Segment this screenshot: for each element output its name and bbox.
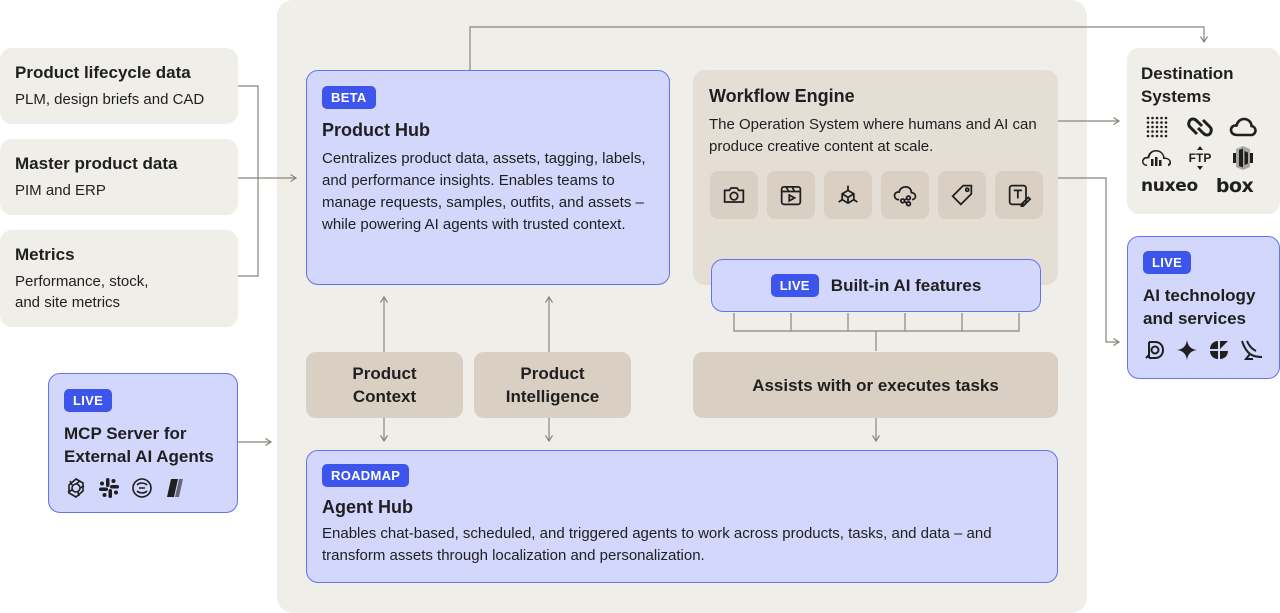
agent-hub-desc: Enables chat-based, scheduled, and trigg… <box>322 525 992 564</box>
destination-title: Destination Systems <box>1141 64 1234 106</box>
source-desc: PIM and ERP <box>15 182 106 199</box>
product-hub-desc: Centralizes product data, assets, taggin… <box>322 150 646 233</box>
workflow-engine-desc: The Operation System where humans and AI… <box>709 116 1037 155</box>
workflow-engine-title: Workflow Engine <box>709 86 855 106</box>
destination-logos: FTP <box>1141 115 1266 171</box>
tag-icon <box>938 171 986 219</box>
source-desc: PLM, design briefs and CAD <box>15 91 205 108</box>
bird-logo <box>1239 338 1265 362</box>
mcp-title: MCP Server for External AI Agents <box>64 424 214 466</box>
product-context-label: Product Context <box>352 364 417 406</box>
source-title: Metrics <box>15 245 75 264</box>
live-badge: LIVE <box>1143 251 1192 274</box>
product-hub-title: Product Hub <box>322 120 430 140</box>
destination-systems-box: Destination Systems FTP nuxeo box <box>1127 48 1280 214</box>
openai-icon <box>64 476 88 500</box>
assists-box: Assists with or executes tasks <box>693 352 1058 418</box>
ftp-logo: FTP <box>1184 145 1216 171</box>
product-intelligence-box: Product Intelligence <box>474 352 631 418</box>
source-product-lifecycle: Product lifecycle data PLM, design brief… <box>0 48 238 124</box>
product-intelligence-label: Product Intelligence <box>505 364 600 406</box>
ai-features-box: LIVE Built-in AI features <box>711 259 1041 312</box>
source-desc: Performance, stock, and site metrics <box>15 273 149 311</box>
camera-icon <box>710 171 758 219</box>
mcp-server-box: LIVE MCP Server for External AI Agents <box>48 373 238 513</box>
claude-icon <box>130 476 154 500</box>
sparkle-logo <box>1175 338 1199 362</box>
source-title: Product lifecycle data <box>15 63 191 82</box>
ai-features-label: Built-in AI features <box>830 275 982 295</box>
slack-icon <box>97 476 121 500</box>
nuxeo-logo: nuxeo <box>1141 176 1198 196</box>
product-context-box: Product Context <box>306 352 463 418</box>
roadmap-badge: ROADMAP <box>322 464 410 487</box>
d-logo <box>1143 338 1167 362</box>
video-icon <box>767 171 815 219</box>
box-logo: box <box>1215 175 1254 197</box>
3d-box-icon <box>824 171 872 219</box>
copilot-icon <box>163 476 187 500</box>
agent-hub-title: Agent Hub <box>322 497 413 517</box>
ai-technology-logos <box>1143 338 1264 362</box>
assists-label: Assists with or executes tasks <box>752 375 999 395</box>
source-master-product: Master product data PIM and ERP <box>0 139 238 215</box>
ai-technology-box: LIVE AI technology and services <box>1127 236 1280 379</box>
shape-logo <box>1207 338 1231 362</box>
agent-hub-box: ROADMAP Agent Hub Enables chat-based, sc… <box>306 450 1058 583</box>
link-logo <box>1184 115 1216 139</box>
destination-brands: nuxeo box <box>1141 175 1266 197</box>
cloud-logo <box>1227 115 1259 139</box>
beta-badge: BETA <box>322 86 376 109</box>
grid-logo <box>1141 115 1173 139</box>
source-title: Master product data <box>15 154 178 173</box>
source-metrics: Metrics Performance, stock, and site met… <box>0 230 238 327</box>
aws-logo <box>1227 145 1259 171</box>
cloud-share-icon <box>881 171 929 219</box>
product-hub-box: BETA Product Hub Centralizes product dat… <box>306 70 670 285</box>
cloud-bars-logo <box>1141 145 1173 171</box>
live-badge: LIVE <box>64 389 113 412</box>
ai-technology-title: AI technology and services <box>1143 286 1256 328</box>
mcp-logos <box>64 476 222 500</box>
svg-text:FTP: FTP <box>1189 151 1212 165</box>
text-edit-icon <box>995 171 1043 219</box>
live-badge: LIVE <box>770 274 819 297</box>
